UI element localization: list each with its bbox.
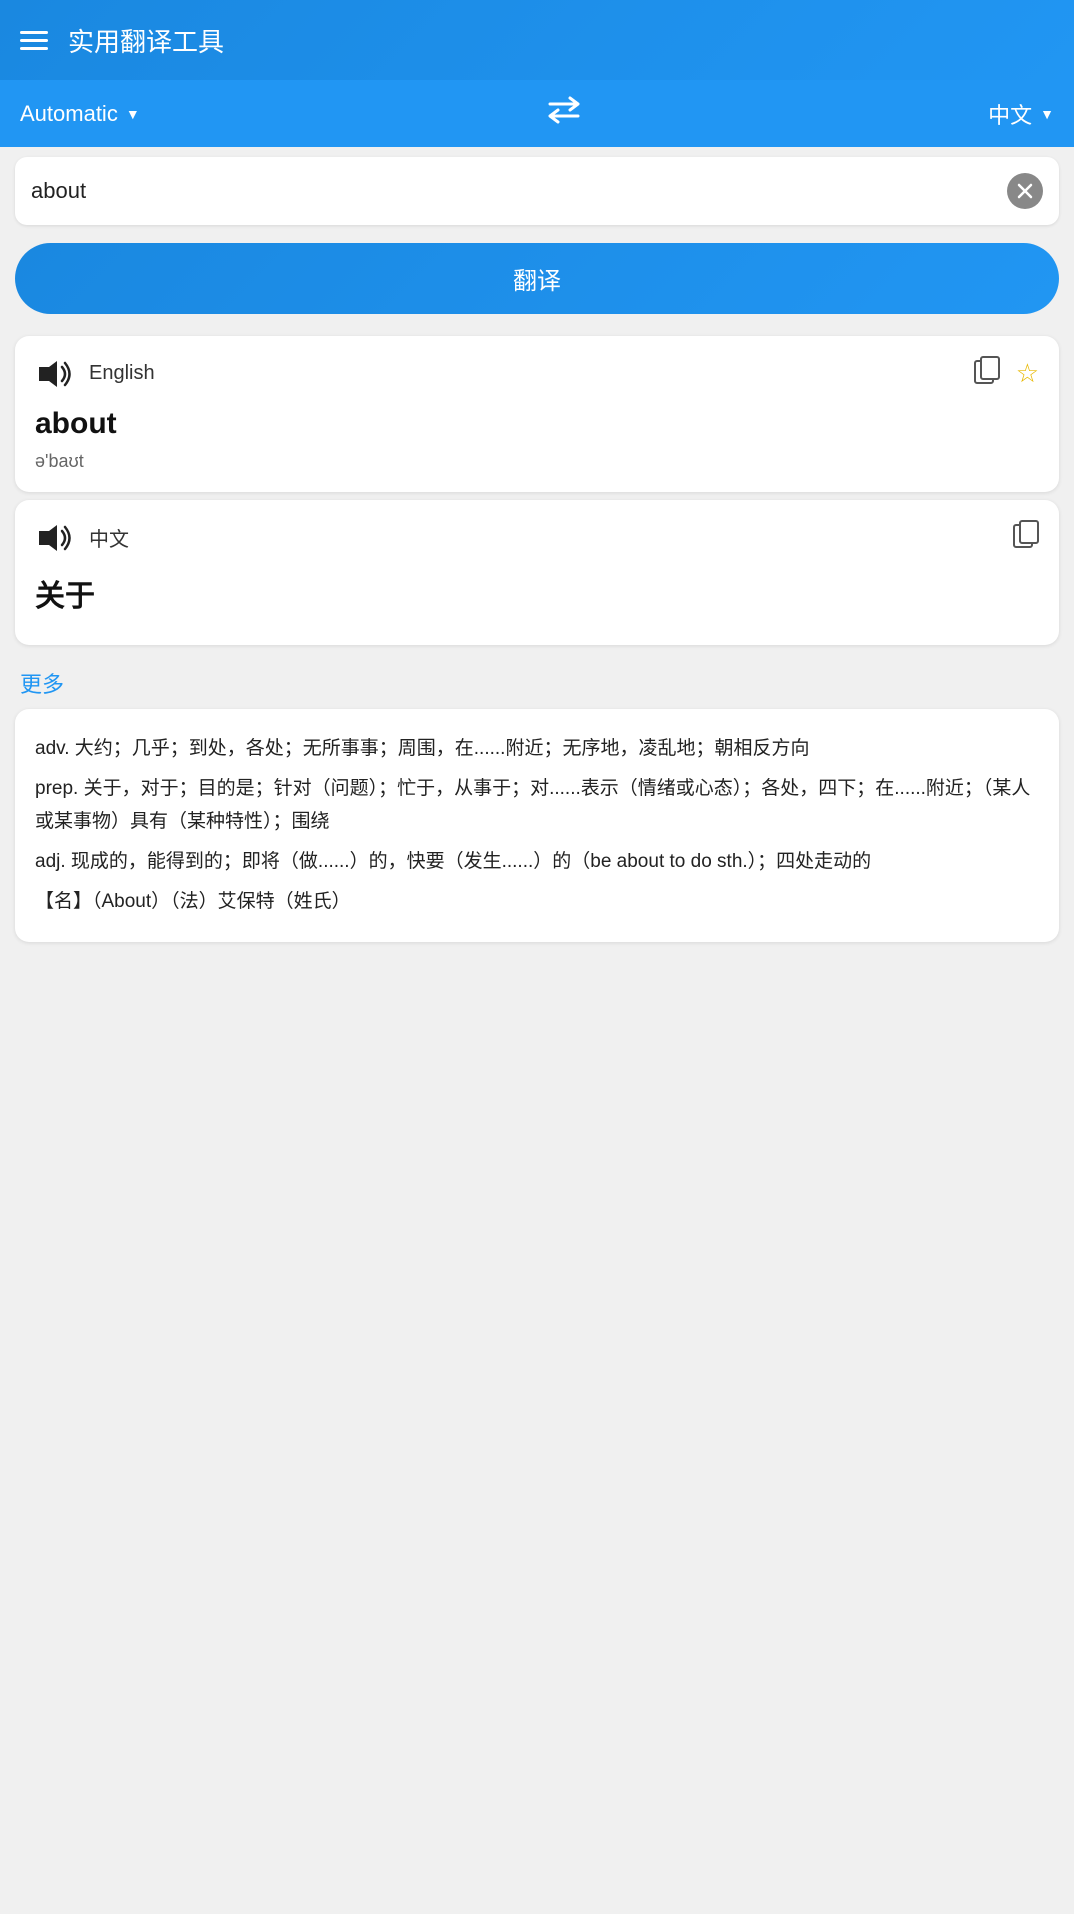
clear-button[interactable]: [1007, 173, 1043, 209]
more-line-2: prep. 关于，对于；目的是；针对（问题）；忙于，从事于；对......表示（…: [35, 773, 1039, 838]
english-word: about: [35, 407, 1039, 441]
english-card-header: English ☆: [35, 356, 1039, 391]
english-lang-label: English: [89, 362, 155, 385]
target-language-chevron-icon: ▼: [1040, 106, 1054, 122]
chinese-card-actions: [1013, 520, 1039, 555]
search-input[interactable]: [31, 178, 1007, 204]
chinese-result-card: 中文 关于: [15, 500, 1059, 645]
english-card-header-left: English: [35, 357, 155, 391]
app-header: 实用翻译工具: [0, 0, 1074, 80]
swap-languages-button[interactable]: [546, 96, 582, 131]
english-result-card: English ☆ about ə'baʊt: [15, 336, 1059, 492]
source-language-chevron-icon: ▼: [126, 106, 140, 122]
source-language-selector[interactable]: Automatic ▼: [20, 101, 140, 127]
more-content-card: adv. 大约；几乎；到处，各处；无所事事；周围，在......附近；无序地，凌…: [15, 709, 1059, 942]
more-section-label: 更多: [0, 653, 1074, 709]
chinese-word: 关于: [35, 571, 1039, 615]
english-phonetic: ə'baʊt: [35, 451, 1039, 472]
chinese-lang-label: 中文: [89, 523, 129, 552]
target-language-selector[interactable]: 中文 ▼: [988, 98, 1054, 130]
menu-button[interactable]: [20, 31, 48, 50]
target-language-label: 中文: [988, 98, 1032, 130]
english-card-actions: ☆: [974, 356, 1039, 391]
app-title: 实用翻译工具: [68, 22, 224, 59]
chinese-copy-button[interactable]: [1013, 520, 1039, 555]
search-area: [15, 157, 1059, 225]
more-line-3: adj. 现成的，能得到的；即将（做......）的，快要（发生......）的…: [35, 846, 1039, 878]
english-speaker-button[interactable]: [35, 357, 75, 391]
chinese-card-header-left: 中文: [35, 521, 129, 555]
chinese-speaker-button[interactable]: [35, 521, 75, 555]
more-line-4: 【名】（About）（法）艾保特（姓氏）: [35, 886, 1039, 918]
english-copy-button[interactable]: [974, 356, 1000, 391]
more-line-1: adv. 大约；几乎；到处，各处；无所事事；周围，在......附近；无序地，凌…: [35, 733, 1039, 765]
chinese-card-header: 中文: [35, 520, 1039, 555]
english-star-button[interactable]: ☆: [1016, 358, 1039, 389]
language-bar: Automatic ▼ 中文 ▼: [0, 80, 1074, 147]
source-language-label: Automatic: [20, 101, 118, 127]
translate-button[interactable]: 翻译: [15, 243, 1059, 314]
